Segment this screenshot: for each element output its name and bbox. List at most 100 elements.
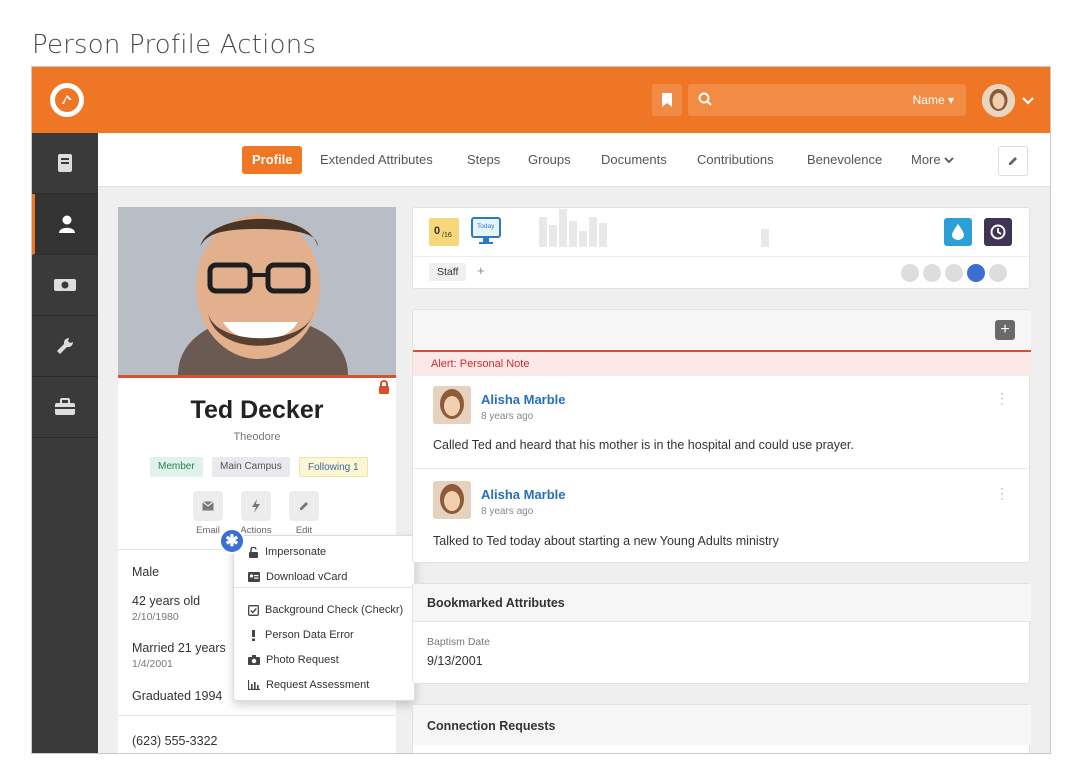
assessment-circle-icon <box>967 264 985 282</box>
person-phone[interactable]: (623) 555-3322 <box>132 734 217 748</box>
envelope-icon <box>202 501 214 511</box>
tag-staff[interactable]: Staff <box>429 263 467 281</box>
status-circle-icon <box>989 264 1007 282</box>
tab-groups[interactable]: Groups <box>528 146 571 174</box>
monitor-icon <box>471 217 501 244</box>
person-marital: Married 21 years <box>132 641 226 655</box>
chart-icon <box>248 680 260 690</box>
alert-note[interactable]: Alert: Personal Note <box>413 352 1031 376</box>
menu-item-download-vcard[interactable]: Download vCard <box>248 571 347 583</box>
nav-item-tools[interactable] <box>32 316 98 377</box>
tab-extended-attributes[interactable]: Extended Attributes <box>320 146 433 174</box>
tab-more[interactable]: More <box>911 146 954 174</box>
callout-marker-icon: ✱ <box>219 528 245 554</box>
vcard-icon <box>248 572 260 582</box>
nav-item-people[interactable] <box>32 194 98 255</box>
actions-button[interactable] <box>241 491 271 521</box>
note-menu-icon[interactable]: ⋮ <box>995 390 1009 407</box>
top-bar: Name ▾ <box>32 67 1050 133</box>
tab-documents[interactable]: Documents <box>601 146 667 174</box>
spark-bar <box>569 221 577 247</box>
person-gender: Male <box>132 565 160 579</box>
status-circle-icon <box>945 264 963 282</box>
badge-campus: Main Campus <box>212 457 290 477</box>
menu-item-request-assessment[interactable]: Request Assessment <box>248 679 369 691</box>
note-author-name[interactable]: Alisha Marble <box>481 487 566 502</box>
money-icon <box>54 279 76 291</box>
note-timestamp: 8 years ago <box>481 506 534 517</box>
metrics-panel: 0 /16 Today Staff + <box>412 207 1031 289</box>
note-author-avatar[interactable] <box>433 481 471 519</box>
book-icon <box>58 154 72 172</box>
tab-contributions[interactable]: Contributions <box>697 146 774 174</box>
badge-member: Member <box>150 457 203 477</box>
bookmarked-title: Bookmarked Attributes <box>427 596 565 610</box>
today-metric[interactable]: Today <box>471 217 501 245</box>
menu-item-photo-request[interactable]: Photo Request <box>248 654 339 666</box>
bookmarked-attributes-panel: Bookmarked Attributes Baptism Date 9/13/… <box>412 583 1031 684</box>
bookmark-button[interactable] <box>652 84 682 116</box>
person-age: 42 years old <box>132 594 201 608</box>
user-avatar[interactable] <box>982 84 1015 117</box>
tab-profile[interactable]: Profile <box>242 146 303 174</box>
rock-logo-icon[interactable] <box>50 83 84 117</box>
menu-separator <box>234 587 416 588</box>
chevron-down-icon[interactable] <box>1022 93 1034 111</box>
nav-item-admin[interactable] <box>32 377 98 438</box>
search-filter-dropdown[interactable]: Name ▾ <box>913 93 954 107</box>
person-graduation: Graduated 1994 <box>132 689 223 703</box>
lock-icon <box>379 380 389 394</box>
note-text: Talked to Ted today about starting a new… <box>433 534 779 548</box>
note-author-name[interactable]: Alisha Marble <box>481 392 566 407</box>
status-circle-icon <box>901 264 919 282</box>
camera-icon <box>248 655 260 665</box>
spark-bar <box>761 229 769 247</box>
bookmark-icon <box>662 93 672 107</box>
app-frame: Name ▾ Profile Extended Attributes Steps <box>31 66 1051 754</box>
search-input[interactable]: Name ▾ <box>688 84 966 116</box>
divider <box>413 468 1031 469</box>
exclamation-icon <box>252 629 255 641</box>
edit-page-button[interactable] <box>998 146 1028 176</box>
clock-icon <box>990 224 1006 240</box>
tab-steps[interactable]: Steps <box>467 146 500 174</box>
note-timestamp: 8 years ago <box>481 411 534 422</box>
add-tag-icon[interactable]: + <box>477 263 485 278</box>
bolt-icon <box>252 499 260 513</box>
note-author-avatar[interactable] <box>433 386 471 424</box>
menu-item-label: Impersonate <box>265 546 327 558</box>
attendance-metric[interactable]: 0 /16 <box>429 218 459 246</box>
history-tile[interactable] <box>984 218 1012 246</box>
attendance-value: 0 <box>434 225 441 237</box>
wrench-icon <box>57 337 74 354</box>
menu-item-person-data-error[interactable]: Person Data Error <box>248 629 354 641</box>
actions-dropdown-menu: Impersonate Download vCard Background Ch… <box>233 535 416 701</box>
notes-panel: + Alert: Personal Note Alisha Marble 8 y… <box>412 309 1031 563</box>
tab-benevolence[interactable]: Benevolence <box>807 146 882 174</box>
spark-bar <box>599 223 607 247</box>
menu-item-label: Photo Request <box>266 654 339 666</box>
menu-item-label: Download vCard <box>266 571 348 583</box>
baptism-tile[interactable] <box>944 218 972 246</box>
nav-item-finance[interactable] <box>32 255 98 316</box>
edit-person-button[interactable] <box>289 491 319 521</box>
checkbox-icon <box>248 604 259 616</box>
divider <box>118 715 396 716</box>
menu-item-background-check[interactable]: Background Check (Checkr) <box>248 604 403 616</box>
nav-item-pages[interactable] <box>32 133 98 194</box>
email-button[interactable] <box>193 491 223 521</box>
spark-bar <box>539 217 547 247</box>
menu-item-impersonate[interactable]: Impersonate <box>248 546 326 558</box>
person-birthdate: 2/10/1980 <box>132 611 179 623</box>
attribute-value: 9/13/2001 <box>427 654 483 668</box>
note-menu-icon[interactable]: ⋮ <box>995 485 1009 502</box>
status-circle-icon <box>923 264 941 282</box>
spark-bar <box>559 209 567 247</box>
menu-item-label: Background Check (Checkr) <box>265 604 404 616</box>
person-photo <box>118 207 396 375</box>
spark-bar <box>579 231 587 247</box>
divider <box>413 256 1031 257</box>
page-heading: Person Profile Actions <box>32 30 317 60</box>
left-nav <box>32 133 98 753</box>
add-note-button[interactable]: + <box>995 320 1015 340</box>
